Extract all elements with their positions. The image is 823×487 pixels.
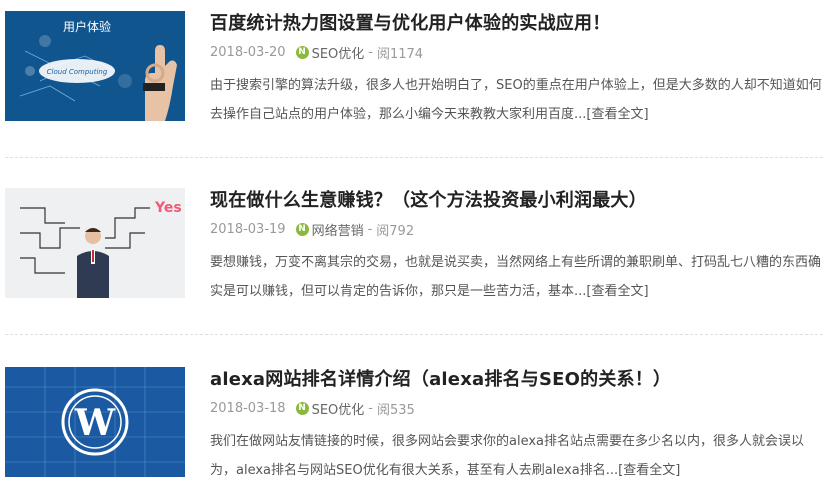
article-meta: 2018-03-19 N 网络营销 - 阅792 (210, 220, 414, 239)
article-thumbnail[interactable]: Yes (5, 188, 185, 298)
article-date: 2018-03-18 (210, 401, 286, 416)
article-date: 2018-03-19 (210, 222, 286, 237)
article-views: 阅1174 (376, 47, 424, 62)
article-item: W alexa网站排名详情介绍（alexa排名与SEO的关系！） 2018-03… (0, 367, 823, 487)
wordpress-logo-icon: W (74, 402, 116, 444)
leaf-icon: N (295, 46, 309, 59)
article-excerpt-text: 我们在做网站友情链接的时候，很多网站会要求你的alexa排名站点需要在多少名以内… (210, 434, 805, 478)
read-more-link[interactable]: [查看全文] (618, 463, 680, 478)
article-category[interactable]: SEO优化 (312, 43, 365, 62)
article-excerpt: 我们在做网站友情链接的时候，很多网站会要求你的alexa排名站点需要在多少名以内… (210, 427, 822, 485)
article-thumbnail[interactable]: W (5, 367, 185, 477)
article-title[interactable]: 百度统计热力图设置与优化用户体验的实战应用！ (210, 9, 610, 35)
article-excerpt: 要想赚钱，万变不离其宗的交易，也就是说买卖，当然网络上有些所谓的兼职刷单、打码乱… (210, 248, 822, 306)
thumb-yes-text: Yes (154, 200, 182, 216)
meta-separator: - (367, 222, 373, 237)
article-divider (5, 157, 823, 158)
thumb-title-text: 用户体验 (63, 19, 111, 34)
article-item: Yes 现在做什么生意赚钱？（这个方法投资最小利润最大） 2018-03-19 … (0, 188, 823, 308)
meta-separator: - (368, 45, 373, 60)
meta-separator: - (368, 401, 373, 416)
article-category[interactable]: SEO优化 (312, 399, 365, 418)
article-thumbnail[interactable]: Cloud Computing 用户体验 (5, 11, 185, 121)
article-excerpt-text: 要想赚钱，万变不离其宗的交易，也就是说买卖，当然网络上有些所谓的兼职刷单、打码乱… (210, 255, 822, 299)
article-title[interactable]: alexa网站排名详情介绍（alexa排名与SEO的关系！） (210, 365, 671, 391)
article-date: 2018-03-20 (210, 45, 286, 60)
article-views: 阅792 (376, 224, 415, 239)
article-category[interactable]: 网络营销 (312, 220, 364, 239)
leaf-icon: N (295, 223, 309, 236)
thumb-cloud-text: Cloud Computing (47, 68, 108, 76)
article-excerpt: 由于搜索引擎的算法升级，很多人也开始明白了，SEO的重点在用户体验上，但是大多数… (210, 71, 822, 129)
read-more-link[interactable]: [查看全文] (586, 284, 648, 299)
article-views: 阅535 (376, 403, 415, 418)
article-divider (5, 334, 823, 335)
read-more-link[interactable]: [查看全文] (586, 107, 648, 122)
leaf-icon: N (295, 402, 309, 415)
article-title[interactable]: 现在做什么生意赚钱？（这个方法投资最小利润最大） (210, 186, 647, 212)
article-meta: 2018-03-18 N SEO优化 - 阅535 (210, 399, 415, 418)
article-meta: 2018-03-20 N SEO优化 - 阅1174 (210, 43, 423, 62)
article-item: Cloud Computing 用户体验 百度统计热力图设置与优化用户体验的实战… (0, 11, 823, 131)
article-excerpt-text: 由于搜索引擎的算法升级，很多人也开始明白了，SEO的重点在用户体验上，但是大多数… (210, 78, 822, 122)
